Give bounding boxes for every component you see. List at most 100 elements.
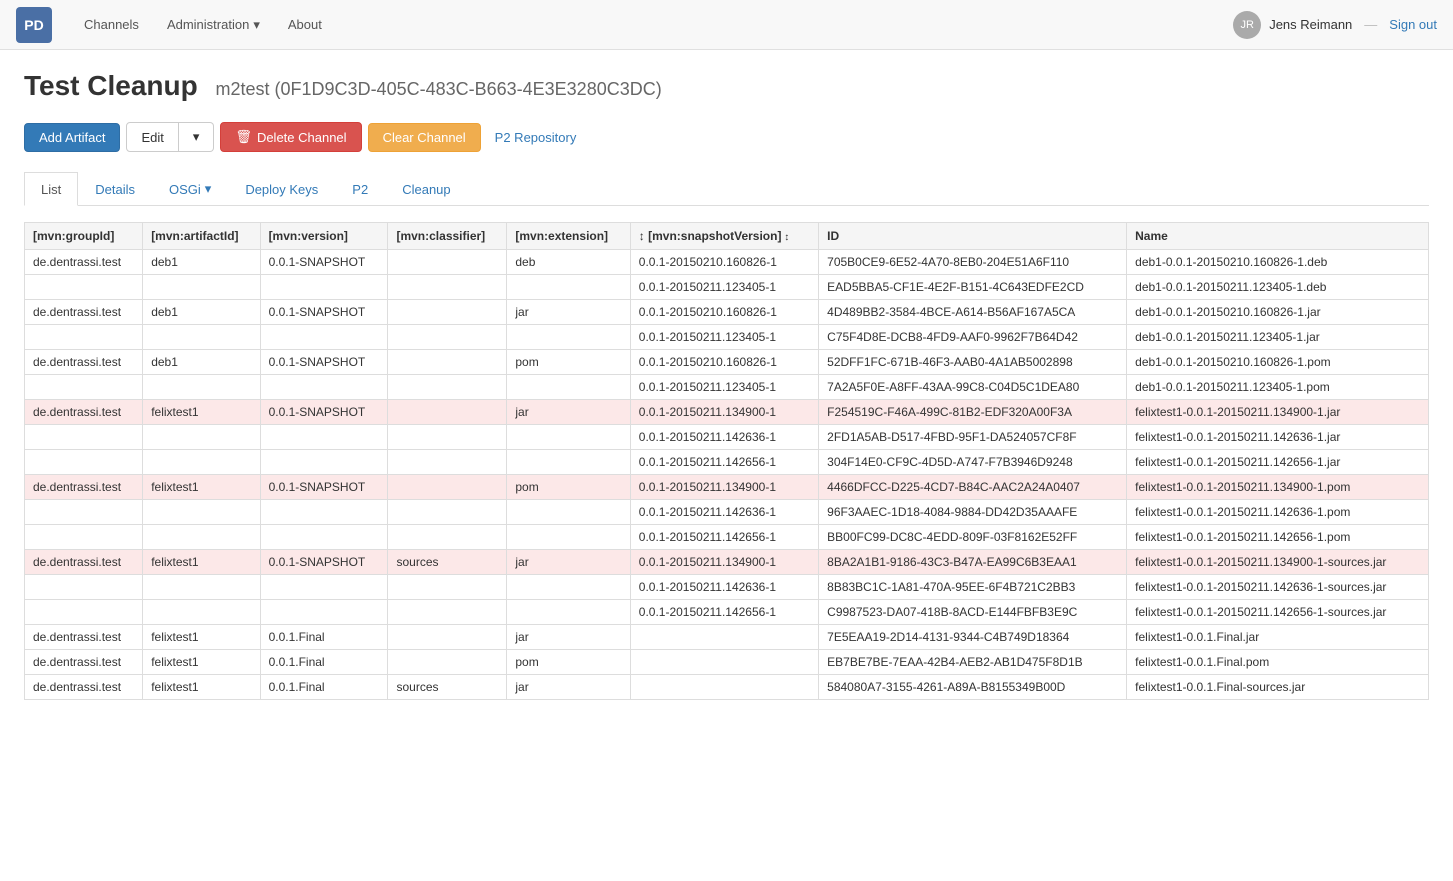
artifacts-table: [mvn:groupId] [mvn:artifactId] [mvn:vers… [24, 222, 1429, 700]
cell-extension [507, 275, 630, 300]
table-row: de.dentrassi.testfelixtest10.0.1.Finalja… [25, 625, 1429, 650]
edit-dropdown-button[interactable]: ▾ [179, 122, 215, 152]
col-header-name: Name [1127, 223, 1429, 250]
cell-snapshotVersion: 0.0.1-20150211.134900-1 [630, 475, 818, 500]
cell-groupId: de.dentrassi.test [25, 350, 143, 375]
cell-name: deb1-0.0.1-20150210.160826-1.jar [1127, 300, 1429, 325]
tab-cleanup[interactable]: Cleanup [385, 172, 467, 206]
cell-version: 0.0.1-SNAPSHOT [260, 250, 388, 275]
cell-name: felixtest1-0.0.1.Final.jar [1127, 625, 1429, 650]
cell-version [260, 525, 388, 550]
cell-artifactId: deb1 [143, 350, 260, 375]
cell-extension [507, 600, 630, 625]
cell-snapshotVersion: 0.0.1-20150211.134900-1 [630, 550, 818, 575]
nav-channels[interactable]: Channels [72, 11, 151, 39]
edit-button[interactable]: Edit [126, 122, 178, 152]
cell-groupId: de.dentrassi.test [25, 625, 143, 650]
cell-extension: pom [507, 650, 630, 675]
nav-user-section: JR Jens Reimann — Sign out [1233, 11, 1437, 39]
nav-about[interactable]: About [276, 11, 334, 39]
cell-id: 7A2A5F0E-A8FF-43AA-99C8-C04D5C1DEA80 [819, 375, 1127, 400]
cell-classifier [388, 400, 507, 425]
delete-channel-button[interactable]: 🗑 Delete Channel [220, 122, 361, 152]
cell-groupId: de.dentrassi.test [25, 550, 143, 575]
cell-id: F254519C-F46A-499C-81B2-EDF320A00F3A [819, 400, 1127, 425]
cell-classifier [388, 300, 507, 325]
cell-id: C75F4D8E-DCB8-4FD9-AAF0-9962F7B64D42 [819, 325, 1127, 350]
cell-snapshotVersion: 0.0.1-20150211.123405-1 [630, 325, 818, 350]
page-title-main: Test Cleanup [24, 70, 198, 101]
cell-classifier [388, 500, 507, 525]
nav-administration[interactable]: Administration ▾ [155, 11, 272, 39]
cell-classifier [388, 525, 507, 550]
tab-p2[interactable]: P2 [335, 172, 385, 206]
table-row: 0.0.1-20150211.142656-1304F14E0-CF9C-4D5… [25, 450, 1429, 475]
cell-extension [507, 525, 630, 550]
tab-list[interactable]: List [24, 172, 78, 206]
cell-name: deb1-0.0.1-20150211.123405-1.jar [1127, 325, 1429, 350]
table-row: 0.0.1-20150211.123405-1C75F4D8E-DCB8-4FD… [25, 325, 1429, 350]
cell-id: 8B83BC1C-1A81-470A-95EE-6F4B721C2BB3 [819, 575, 1127, 600]
cell-artifactId [143, 525, 260, 550]
cell-name: felixtest1-0.0.1-20150211.134900-1-sourc… [1127, 550, 1429, 575]
cell-name: felixtest1-0.0.1-20150211.142636-1.pom [1127, 500, 1429, 525]
col-header-snapshotVersion[interactable]: ↕ [mvn:snapshotVersion] [630, 223, 818, 250]
cell-artifactId: felixtest1 [143, 475, 260, 500]
col-header-groupId: [mvn:groupId] [25, 223, 143, 250]
brand[interactable]: PD [16, 7, 52, 43]
cell-extension: jar [507, 400, 630, 425]
table-row: de.dentrassi.testdeb10.0.1-SNAPSHOTdeb0.… [25, 250, 1429, 275]
cell-artifactId [143, 425, 260, 450]
cell-classifier [388, 325, 507, 350]
cell-id: 584080A7-3155-4261-A89A-B8155349B00D [819, 675, 1127, 700]
cell-name: felixtest1-0.0.1-20150211.134900-1.pom [1127, 475, 1429, 500]
cell-extension: jar [507, 550, 630, 575]
sign-out-link[interactable]: Sign out [1389, 17, 1437, 32]
cell-groupId: de.dentrassi.test [25, 650, 143, 675]
cell-name: felixtest1-0.0.1.Final.pom [1127, 650, 1429, 675]
cell-name: felixtest1-0.0.1-20150211.142656-1-sourc… [1127, 600, 1429, 625]
cell-name: felixtest1-0.0.1.Final-sources.jar [1127, 675, 1429, 700]
cell-name: deb1-0.0.1-20150211.123405-1.pom [1127, 375, 1429, 400]
add-artifact-button[interactable]: Add Artifact [24, 123, 120, 152]
table-row: 0.0.1-20150211.142656-1C9987523-DA07-418… [25, 600, 1429, 625]
cell-snapshotVersion: 0.0.1-20150211.142656-1 [630, 600, 818, 625]
cell-classifier [388, 625, 507, 650]
cell-name: deb1-0.0.1-20150210.160826-1.pom [1127, 350, 1429, 375]
navbar: PD Channels Administration ▾ About JR Je… [0, 0, 1453, 50]
clear-channel-button[interactable]: Clear Channel [368, 123, 481, 152]
cell-snapshotVersion: 0.0.1-20150210.160826-1 [630, 300, 818, 325]
cell-groupId [25, 575, 143, 600]
cell-snapshotVersion: 0.0.1-20150211.142656-1 [630, 450, 818, 475]
cell-groupId [25, 600, 143, 625]
cell-id: 4D489BB2-3584-4BCE-A614-B56AF167A5CA [819, 300, 1127, 325]
tab-deploy-keys[interactable]: Deploy Keys [228, 172, 335, 206]
tab-bar: List Details OSGi ▾ Deploy Keys P2 Clean… [24, 172, 1429, 206]
tab-osgi[interactable]: OSGi ▾ [152, 172, 228, 206]
cell-name: felixtest1-0.0.1-20150211.142636-1.jar [1127, 425, 1429, 450]
cell-extension [507, 575, 630, 600]
cell-snapshotVersion: 0.0.1-20150211.142636-1 [630, 500, 818, 525]
cell-groupId: de.dentrassi.test [25, 400, 143, 425]
cell-id: EB7BE7BE-7EAA-42B4-AEB2-AB1D475F8D1B [819, 650, 1127, 675]
table-row: 0.0.1-20150211.142636-12FD1A5AB-D517-4FB… [25, 425, 1429, 450]
cell-classifier [388, 475, 507, 500]
cell-artifactId [143, 500, 260, 525]
col-header-version: [mvn:version] [260, 223, 388, 250]
cell-classifier [388, 600, 507, 625]
table-row: de.dentrassi.testdeb10.0.1-SNAPSHOTjar0.… [25, 300, 1429, 325]
cell-artifactId: felixtest1 [143, 550, 260, 575]
cell-extension [507, 450, 630, 475]
tab-details[interactable]: Details [78, 172, 152, 206]
cell-classifier: sources [388, 675, 507, 700]
cell-classifier [388, 450, 507, 475]
cell-name: felixtest1-0.0.1-20150211.134900-1.jar [1127, 400, 1429, 425]
p2-repository-button[interactable]: P2 Repository [487, 124, 585, 151]
cell-groupId [25, 525, 143, 550]
cell-extension: jar [507, 300, 630, 325]
cell-version [260, 375, 388, 400]
cell-artifactId: felixtest1 [143, 675, 260, 700]
cell-id: 96F3AAEC-1D18-4084-9884-DD42D35AAAFE [819, 500, 1127, 525]
cell-snapshotVersion: 0.0.1-20150211.134900-1 [630, 400, 818, 425]
cell-id: 304F14E0-CF9C-4D5D-A747-F7B3946D9248 [819, 450, 1127, 475]
